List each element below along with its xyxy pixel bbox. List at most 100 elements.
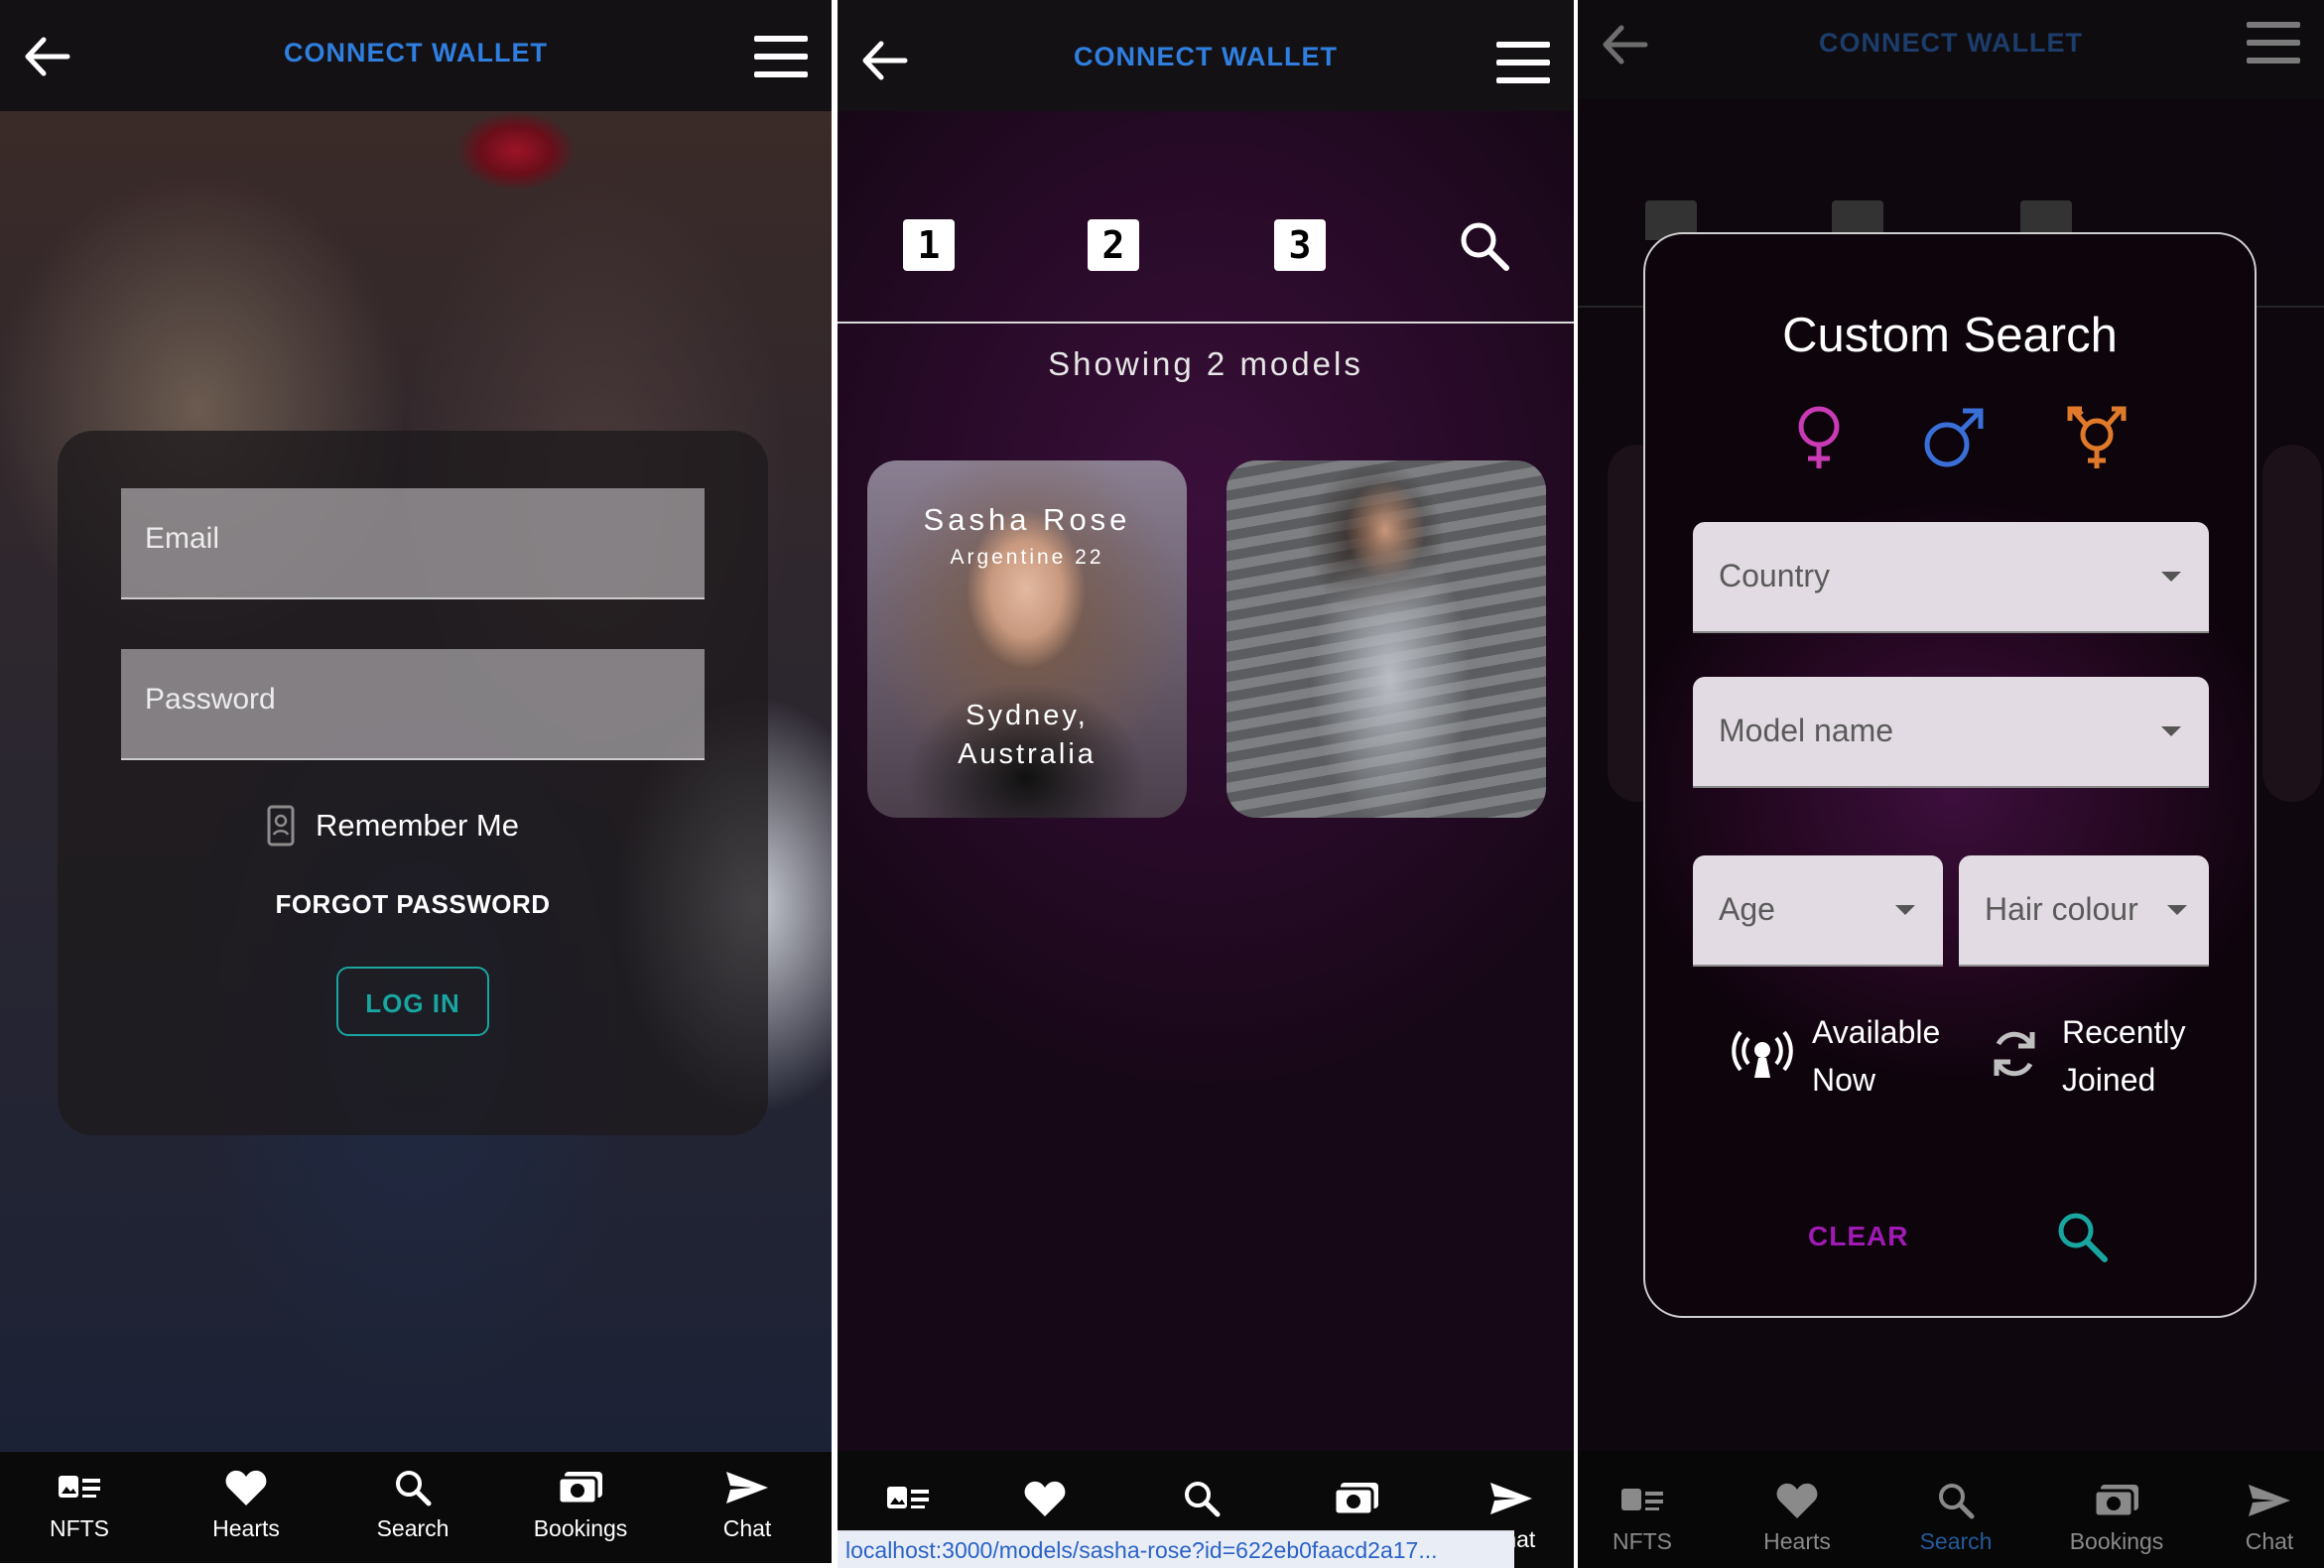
bottom-nav: NFTS Hearts Search Bookings Chat [1578, 1451, 2324, 1568]
nav-bookings-label: Bookings [533, 1515, 628, 1541]
country-select[interactable]: Country [1693, 522, 2209, 633]
available-now-label: Available Now [1812, 1014, 1941, 1098]
connect-wallet-button[interactable]: CONNECT WALLET [1578, 28, 2324, 59]
search-icon [1939, 1484, 1975, 1519]
hair-colour-select[interactable]: Hair colour [1959, 855, 2209, 967]
model-card[interactable]: Sasha Rose Argentine 22 Sydney, Australi… [867, 460, 1187, 818]
nav-bookings[interactable] [1292, 1475, 1421, 1522]
page-1-button[interactable]: 1 [903, 219, 955, 271]
nft-card-icon [59, 1476, 100, 1498]
login-button[interactable]: LOG IN [336, 967, 489, 1036]
hamburger-menu-icon[interactable] [1496, 42, 1550, 83]
search-icon [1185, 1482, 1221, 1517]
nav-chat-label: Chat [722, 1515, 772, 1541]
broadcast-icon [1732, 1030, 1793, 1078]
nav-chat[interactable]: Chat [2205, 1477, 2324, 1555]
model-subtitle: Argentine 22 [950, 546, 1104, 569]
chevron-down-icon [1895, 905, 1915, 915]
password-field[interactable]: Password [121, 649, 705, 760]
heart-icon [1024, 1481, 1066, 1516]
nav-bookings[interactable]: Bookings [516, 1464, 645, 1542]
nav-hearts[interactable] [980, 1475, 1109, 1522]
email-placeholder: Email [145, 522, 220, 555]
search-submit-icon[interactable] [2054, 1209, 2112, 1266]
contact-card-icon [267, 805, 295, 847]
search-icon [396, 1471, 432, 1506]
models-screen: CONNECT WALLET 1 2 3 Showing 2 models Sa… [838, 0, 1574, 1568]
nav-hearts[interactable]: Hearts [1733, 1477, 1862, 1555]
model-card[interactable] [1227, 460, 1546, 818]
hamburger-menu-icon[interactable] [754, 36, 808, 77]
email-field[interactable]: Email [121, 488, 705, 599]
nav-chat[interactable]: Chat [683, 1464, 812, 1542]
page-3-button[interactable]: 3 [1274, 219, 1326, 271]
search-icon[interactable] [1457, 218, 1512, 274]
nav-search-label: Search [1919, 1528, 1993, 1554]
nft-card-icon [887, 1487, 929, 1508]
dialog-title: Custom Search [1782, 309, 2118, 362]
top-bar: CONNECT WALLET [838, 0, 1574, 111]
model-name: Sasha Rose [923, 502, 1131, 537]
forgot-password-link[interactable]: FORGOT PASSWORD [0, 889, 826, 920]
age-label: Age [1719, 891, 1775, 927]
nav-search[interactable]: Search [348, 1464, 477, 1542]
bookings-icon [2093, 1485, 2138, 1518]
nav-nfts[interactable]: NFTS [15, 1464, 144, 1542]
age-select[interactable]: Age [1693, 855, 1943, 967]
nav-search[interactable]: Search [1891, 1477, 2020, 1555]
page-background [838, 111, 1574, 1568]
recently-joined-toggle[interactable]: Recently Joined [1983, 1008, 2221, 1104]
page-2-button[interactable]: 2 [1088, 219, 1139, 271]
nav-nfts-label: NFTS [1612, 1528, 1673, 1554]
hair-colour-label: Hair colour [1985, 891, 2138, 927]
recently-joined-label: Recently Joined [2062, 1014, 2186, 1098]
divider [838, 322, 1574, 324]
link-preview-url: localhost:3000/models/sasha-rose?id=622e… [838, 1530, 1514, 1568]
nav-chat-label: Chat [2245, 1528, 2294, 1554]
chevron-down-icon [2161, 572, 2181, 582]
heart-icon [1776, 1483, 1818, 1518]
custom-search-dialog: Custom Search Country Model name Age Hai… [1643, 232, 2257, 1318]
chevron-down-icon [2167, 905, 2187, 915]
country-label: Country [1719, 558, 1831, 593]
female-symbol-icon[interactable] [1784, 403, 1854, 472]
nav-bookings-label: Bookings [2069, 1528, 2164, 1554]
custom-search-screen: CONNECT WALLET Custom Search Country Mod… [1578, 0, 2324, 1568]
available-now-toggle[interactable]: Available Now [1731, 1008, 1941, 1104]
top-bar: CONNECT WALLET [1578, 0, 2324, 99]
bottom-nav: NFTS Hearts Search Bookings Chat [0, 1452, 832, 1563]
nav-hearts-label: Hearts [212, 1515, 280, 1541]
remember-me-label: Remember Me [316, 808, 519, 843]
nav-search-label: Search [376, 1515, 450, 1541]
nav-nfts-label: NFTS [49, 1515, 110, 1541]
nav-bookings[interactable]: Bookings [2052, 1477, 2181, 1555]
password-placeholder: Password [145, 683, 276, 716]
refresh-icon [1994, 1031, 2035, 1077]
connect-wallet-button[interactable]: CONNECT WALLET [838, 42, 1574, 72]
pagination: 1 2 3 [838, 208, 1574, 278]
send-icon [2249, 1485, 2290, 1516]
nav-nfts[interactable]: NFTS [1578, 1477, 1707, 1555]
send-icon [1490, 1483, 1532, 1514]
remember-me-toggle[interactable]: Remember Me [266, 804, 519, 848]
chevron-down-icon [2161, 726, 2181, 736]
hamburger-menu-icon[interactable] [2247, 22, 2300, 64]
bookings-icon [557, 1472, 602, 1505]
transgender-symbol-icon[interactable] [2062, 403, 2131, 472]
male-symbol-icon[interactable] [1919, 403, 1989, 472]
heart-icon [225, 1470, 267, 1505]
nft-card-icon [1621, 1489, 1663, 1510]
clear-button[interactable]: CLEAR [1808, 1221, 1908, 1252]
bottom-nav: Chat localhost:3000/models/sasha-rose?id… [838, 1451, 1574, 1568]
bookings-icon [1333, 1483, 1378, 1516]
send-icon [726, 1472, 768, 1503]
nav-search[interactable] [1137, 1475, 1266, 1522]
nav-nfts[interactable] [843, 1475, 972, 1522]
nav-hearts[interactable]: Hearts [182, 1464, 311, 1542]
model-name-label: Model name [1719, 713, 1894, 748]
results-count: Showing 2 models [1048, 345, 1363, 382]
model-name-select[interactable]: Model name [1693, 677, 2209, 788]
nav-hearts-label: Hearts [1763, 1528, 1831, 1554]
connect-wallet-button[interactable]: CONNECT WALLET [0, 38, 832, 68]
model-location: Sydney, Australia [958, 700, 1097, 770]
